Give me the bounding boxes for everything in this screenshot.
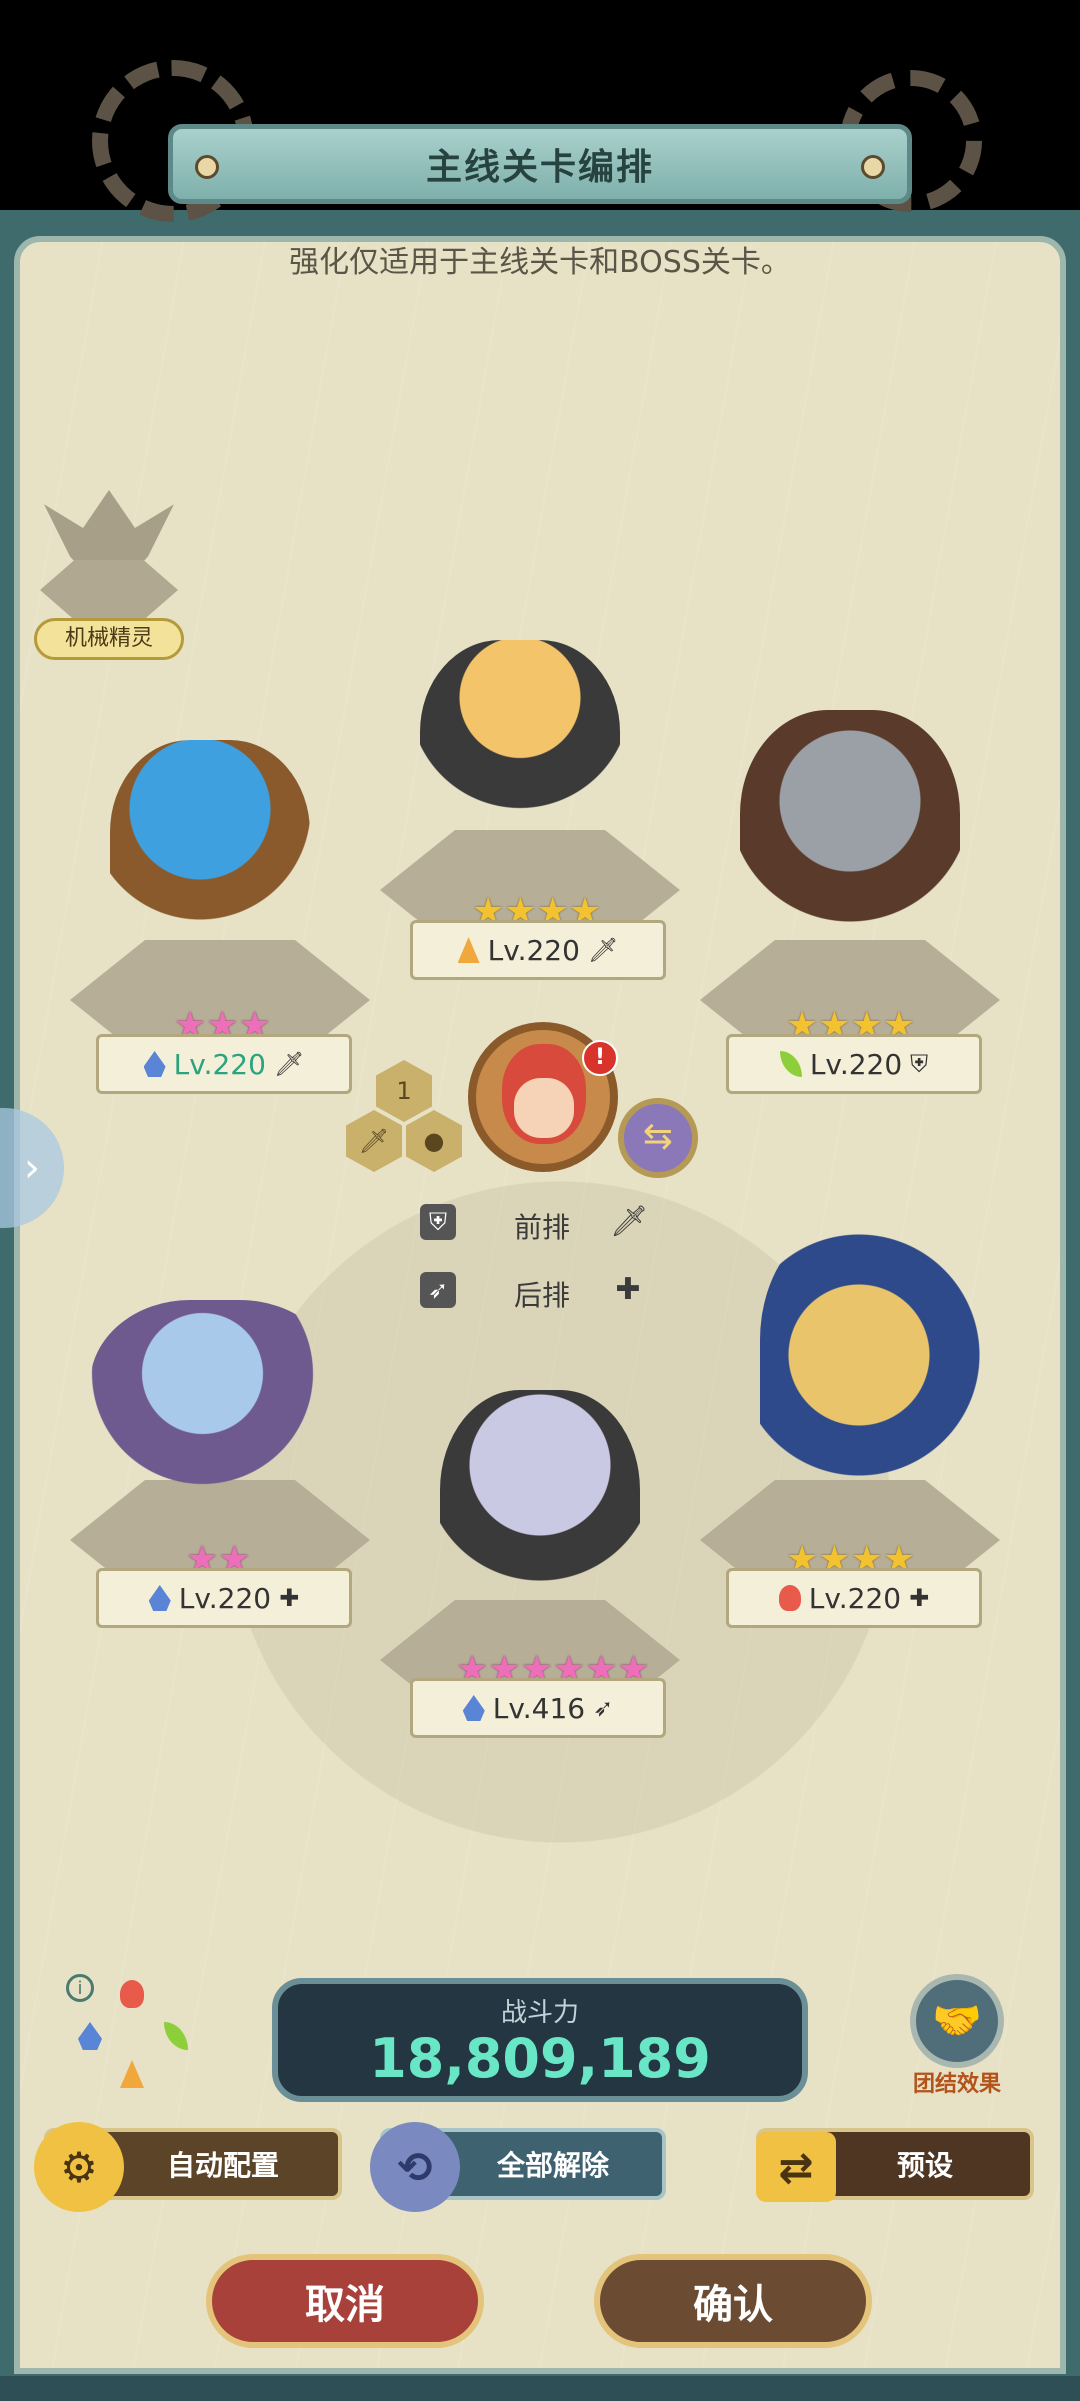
back-row-label: 后排 [514, 1279, 571, 1312]
rivet-icon [195, 155, 219, 179]
heal-role-icon: ✚ [909, 1584, 930, 1612]
mech-spirit-label: 机械精灵 [34, 618, 184, 660]
unlink-icon: ⟲ [370, 2122, 460, 2212]
fire-element-icon [778, 1585, 801, 1611]
earth-element-icon [457, 937, 480, 963]
hero-portrait-blonde-knight [420, 640, 620, 870]
gear-icon: ⚙ [34, 2122, 124, 2212]
hero-portrait-butterfly-mage [90, 1300, 340, 1510]
page-title: 主线关卡编排 [425, 147, 654, 188]
hero-slot-right-back[interactable]: ★ ★ ★ ★ Lv.220 ✚ [700, 1180, 1010, 1640]
water-element-icon [148, 1585, 171, 1611]
cancel-button[interactable]: 取消 [206, 2254, 484, 2348]
hero-level: Lv.220 [173, 1047, 266, 1081]
combat-power-label: 战斗力 [500, 1998, 579, 2028]
hero-slot-bottom-center[interactable]: ★ ★ ★ ★ ★ ★ Lv.416 ➶ [380, 1390, 700, 1750]
bow-role-icon: ➶ [593, 1694, 614, 1722]
page-subtitle: 强化仅适用于主线关卡和BOSS关卡。 [289, 245, 791, 280]
heal-role-icon: ✚ [279, 1584, 300, 1612]
hero-level: Lv.220 [487, 933, 580, 967]
hero-portrait-blue-hair-engineer [110, 740, 310, 970]
hero-slot-right-front[interactable]: ★ ★ ★ ★ Lv.220 ⛨ [700, 680, 1010, 1100]
preset-button[interactable]: ⇄ 预设 [756, 2128, 1034, 2202]
spirit-pedestal [40, 560, 178, 620]
hero-portrait-sniper [440, 1390, 640, 1640]
combat-power-panel: 战斗力 18,809,189 [272, 1978, 808, 2102]
front-row-label: 前排 [514, 1211, 571, 1244]
hero-level: Lv.416 [492, 1691, 586, 1725]
hero-slot-top-center[interactable]: ★ ★ ★ ★ Lv.220 🗡 [380, 640, 690, 980]
hero-level-badge: Lv.220 ⛨ [726, 1034, 982, 1094]
hero-level-badge: Lv.220 🗡 [96, 1034, 352, 1094]
leader-face [514, 1078, 574, 1138]
hero-level: Lv.220 [178, 1581, 272, 1615]
chevron-right-icon: › [24, 1145, 40, 1191]
element-affinity-wheel[interactable] [78, 1980, 188, 2090]
shield-row-icon: ⛨ [420, 1204, 456, 1240]
hero-portrait-flag-bearer [760, 1220, 980, 1520]
sword-role-icon: 🗡 [273, 1050, 305, 1078]
sword-role-icon: 🗡 [587, 936, 619, 964]
combat-power-value: 18,809,189 [369, 2027, 711, 2090]
sword-row-icon: 🗡 [610, 1204, 649, 1239]
hero-level-badge: Lv.416 ➶ [410, 1678, 666, 1738]
shield-role-icon: ⛨ [910, 1050, 929, 1078]
cancel-label: 取消 [305, 2282, 385, 2328]
swap-icon: ⇆ [642, 1116, 674, 1157]
mech-spirit-slot[interactable]: 机械精灵 [34, 490, 184, 660]
title-bar: 主线关卡编排 [168, 124, 912, 204]
wind-element-icon [164, 2022, 188, 2050]
hero-level-badge: Lv.220 🗡 [410, 920, 666, 980]
bow-row-icon: ➶ [420, 1272, 456, 1308]
alert-badge-icon: ! [582, 1040, 618, 1076]
wind-element-icon [779, 1051, 802, 1077]
water-element-icon [78, 2022, 102, 2050]
back-row-indicator: ➶ 后排 ✚ [420, 1272, 660, 1312]
fire-element-icon [120, 1980, 144, 2008]
hero-level-badge: Lv.220 ✚ [96, 1568, 352, 1628]
hero-level: Lv.220 [809, 1047, 903, 1081]
hero-portrait-valkyrie [740, 710, 960, 970]
rivet-icon [861, 155, 885, 179]
hero-slot-left-front[interactable]: ★ ★ ★ Lv.220 🗡 [70, 740, 380, 1100]
team-effect-label: 团结效果 [912, 2072, 1001, 2097]
team-effect-button[interactable]: 🤝 团结效果 [902, 1974, 1012, 2097]
front-row-indicator: ⛨ 前排 🗡 [420, 1204, 660, 1244]
hero-level: Lv.220 [808, 1581, 902, 1615]
hero-slot-left-back[interactable]: ★ ★ Lv.220 ✚ [70, 1290, 380, 1640]
bottom-frame [0, 2376, 1080, 2401]
confirm-button[interactable]: 确认 [594, 2254, 872, 2348]
auto-assign-button[interactable]: ⚙ 自动配置 [34, 2122, 342, 2212]
clear-all-button[interactable]: ⟲ 全部解除 [370, 2122, 666, 2212]
swap-leader-button[interactable]: ⇆ [618, 1098, 698, 1178]
swap-arrows-icon: ⇄ [756, 2132, 836, 2202]
confirm-label: 确认 [693, 2282, 773, 2328]
heal-row-icon: ✚ [615, 1272, 641, 1307]
handshake-icon: 🤝 [910, 1974, 1004, 2068]
earth-element-icon [120, 2060, 144, 2088]
water-element-icon [143, 1051, 166, 1077]
hero-level-badge: Lv.220 ✚ [726, 1568, 982, 1628]
water-element-icon [462, 1695, 485, 1721]
